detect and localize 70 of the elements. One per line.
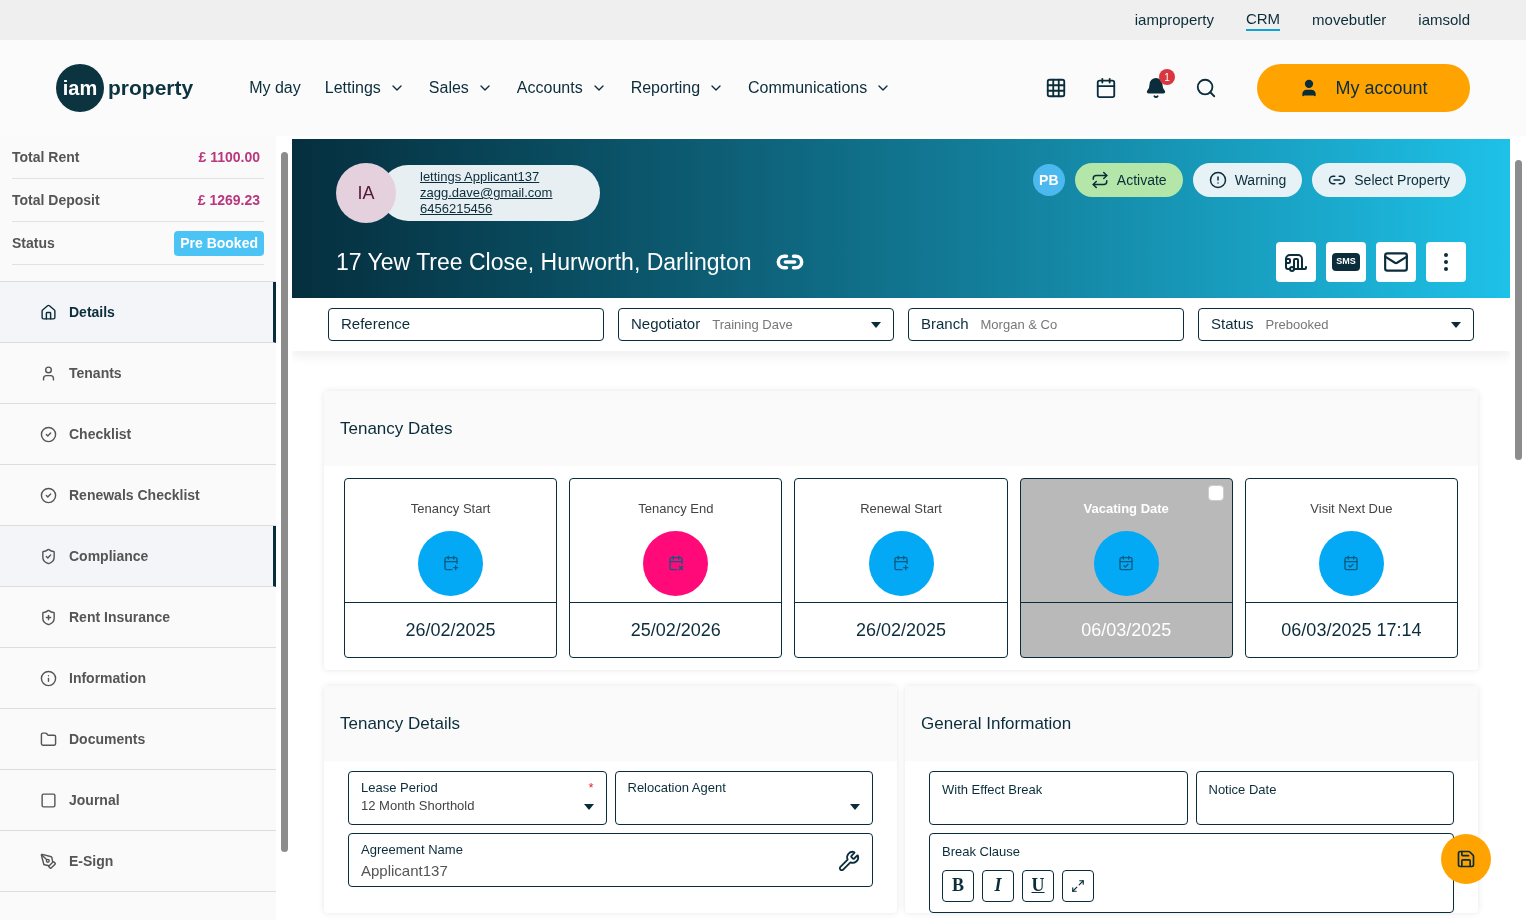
sidebar-item[interactable]: Compliance: [0, 526, 276, 587]
date-card[interactable]: Tenancy End 25/02/2026: [569, 478, 783, 658]
avatar: IA: [336, 163, 396, 223]
nav-menu[interactable]: Communications: [748, 76, 892, 100]
date-label: Tenancy Start: [410, 500, 491, 518]
sidebar-item[interactable]: Information: [0, 648, 276, 709]
nav-menu[interactable]: Accounts: [516, 76, 607, 100]
notification-badge: 1: [1159, 69, 1175, 85]
summary-label: Total Rent: [12, 147, 80, 167]
date-label: Tenancy End: [638, 500, 714, 518]
status-avatar: PB: [1032, 164, 1065, 196]
format-button[interactable]: B: [942, 869, 974, 902]
summary-value: £ 1269.23: [197, 190, 261, 210]
logo[interactable]: iam property: [56, 64, 194, 112]
input-field[interactable]: Branch Morgan & Co: [908, 308, 1184, 341]
input-field[interactable]: Reference: [328, 308, 604, 341]
required-mark: *: [588, 779, 594, 797]
select-field[interactable]: Relocation Agent: [614, 771, 873, 825]
date-value: 06/03/2025: [1080, 618, 1173, 642]
editor-label: Break Clause: [942, 843, 1022, 861]
date-value: 25/02/2026: [629, 618, 722, 642]
input-field[interactable]: Agreement Name Applicant137: [348, 833, 873, 887]
header-button[interactable]: Select Property: [1312, 163, 1466, 197]
date-value: 06/03/2025 17:14: [1280, 618, 1423, 642]
card-title: Tenancy Dates: [324, 391, 1478, 466]
brand-link[interactable]: CRM: [1245, 9, 1281, 31]
applicant-name-link[interactable]: lettings Applicant137: [420, 169, 553, 185]
date-value: 26/02/2025: [404, 618, 497, 642]
sidebar-item[interactable]: Details: [0, 282, 276, 343]
brand-link[interactable]: movebutler: [1312, 10, 1387, 30]
card-title: Tenancy Details: [324, 686, 897, 761]
brand-link[interactable]: iamproperty: [1134, 10, 1214, 30]
format-button[interactable]: U: [1022, 869, 1054, 902]
sms-icon: SMS: [1332, 253, 1360, 271]
phone-link[interactable]: 6456215456: [420, 201, 553, 217]
nav-menu[interactable]: Sales: [428, 76, 493, 100]
select-field[interactable]: Status Prebooked: [1198, 308, 1474, 341]
select-field[interactable]: Negotiator Training Dave: [618, 308, 894, 341]
date-card[interactable]: Visit Next Due 06/03/2025 17:14: [1244, 478, 1458, 658]
summary-value: £ 1100.00: [198, 147, 261, 167]
summary-label: Total Deposit: [12, 190, 100, 210]
sidebar-item[interactable]: Tenants: [0, 343, 276, 404]
header-button[interactable]: Warning: [1192, 163, 1303, 197]
sidebar-item[interactable]: Documents: [0, 709, 276, 770]
sidebar-item[interactable]: E-Sign: [0, 831, 276, 892]
header-button[interactable]: Activate: [1074, 163, 1183, 197]
sidebar-item[interactable]: Journal: [0, 770, 276, 831]
select-field[interactable]: Lease Period 12 Month Shorthold *: [348, 771, 607, 825]
sidebar-item[interactable]: Rent Insurance: [0, 587, 276, 648]
format-button[interactable]: I: [982, 869, 1014, 902]
date-label: Vacating Date: [1083, 500, 1169, 518]
account-button[interactable]: My account: [1257, 64, 1470, 112]
summary-label: Status: [12, 233, 55, 253]
nav-menu[interactable]: Reporting: [630, 76, 725, 100]
input-field[interactable]: Notice Date: [1195, 771, 1454, 825]
nav-menu[interactable]: Lettings: [324, 76, 405, 100]
date-label: Renewal Start: [860, 500, 942, 518]
sidebar-item[interactable]: Checklist: [0, 404, 276, 465]
card-title: General Information: [905, 686, 1478, 761]
date-card[interactable]: Renewal Start 26/02/2025: [794, 478, 1008, 658]
date-label: Visit Next Due: [1310, 500, 1393, 518]
property-address: 17 Yew Tree Close, Hurworth, Darlington: [336, 247, 752, 277]
date-card[interactable]: Tenancy Start 26/02/2025: [344, 478, 558, 658]
date-value: 26/02/2025: [854, 618, 948, 642]
action-button[interactable]: SMS: [1326, 242, 1366, 282]
input-field[interactable]: With Effect Break: [929, 771, 1188, 825]
brand-link[interactable]: iamsold: [1418, 10, 1470, 30]
status-badge: Pre Booked: [174, 230, 264, 256]
email-link[interactable]: zagg.dave@gmail.com: [420, 185, 553, 201]
nav-menu[interactable]: My day: [249, 76, 301, 100]
